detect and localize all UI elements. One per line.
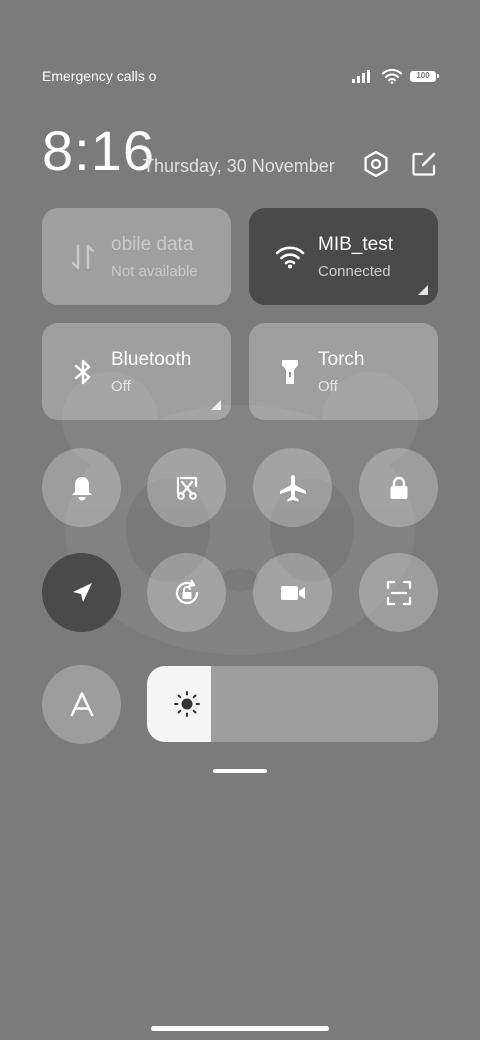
- toggle-ring-mode[interactable]: [42, 448, 121, 527]
- auto-brightness-icon: [69, 691, 94, 717]
- brightness-slider[interactable]: [147, 666, 438, 742]
- toggle-screen-recorder[interactable]: [253, 553, 332, 632]
- auto-brightness-button[interactable]: [42, 665, 121, 744]
- screenshot-icon: [176, 476, 197, 500]
- expand-corner-icon[interactable]: [211, 400, 221, 410]
- toggle-airplane[interactable]: [253, 448, 332, 527]
- clock: 8:16: [42, 119, 155, 182]
- tile-bluetooth[interactable]: Bluetooth Off: [42, 323, 231, 420]
- tile-torch[interactable]: Torch Off: [249, 323, 438, 420]
- settings-icon[interactable]: [362, 150, 390, 178]
- mobile-data-icon: [71, 244, 95, 270]
- torch-title: Torch: [318, 349, 365, 370]
- status-bar: Emergency calls o 100: [42, 66, 439, 88]
- lock-icon: [390, 476, 407, 499]
- bluetooth-icon: [74, 359, 91, 385]
- airplane-icon: [279, 474, 306, 501]
- edit-icon[interactable]: [410, 150, 438, 178]
- battery-icon: 100: [410, 70, 439, 82]
- toggle-screenshot[interactable]: [147, 448, 226, 527]
- mobile-data-title: obile data: [111, 234, 194, 255]
- expand-corner-icon[interactable]: [418, 285, 428, 295]
- home-indicator[interactable]: [151, 1026, 329, 1031]
- toggle-lock-screen[interactable]: [359, 448, 438, 527]
- wifi-status: Connected: [318, 263, 391, 280]
- wifi-title: MIB_test: [318, 234, 393, 255]
- wifi-icon: [275, 246, 305, 269]
- rotation-lock-icon: [175, 579, 198, 604]
- location-icon: [72, 582, 92, 602]
- torch-status: Off: [318, 378, 338, 395]
- carrier-text: Emergency calls o: [42, 68, 157, 84]
- scan-icon: [386, 580, 411, 605]
- tile-mobile-data[interactable]: obile data Not available: [42, 208, 231, 305]
- bluetooth-title: Bluetooth: [111, 349, 192, 370]
- toggle-rotation-lock[interactable]: [147, 553, 226, 632]
- bluetooth-status: Off: [111, 378, 131, 395]
- date: Thursday, 30 November: [143, 156, 335, 176]
- tile-wifi[interactable]: MIB_test Connected: [249, 208, 438, 305]
- sun-icon: [174, 691, 200, 717]
- mobile-data-status: Not available: [111, 263, 198, 280]
- wifi-icon: [382, 68, 402, 84]
- toggle-scanner[interactable]: [359, 553, 438, 632]
- toggle-location[interactable]: [42, 553, 121, 632]
- battery-level: 100: [411, 71, 435, 81]
- panel-drag-handle[interactable]: [213, 769, 267, 773]
- signal-icon: [352, 70, 370, 83]
- torch-icon: [282, 360, 298, 384]
- status-icons: 100: [352, 68, 439, 84]
- video-camera-icon: [280, 585, 305, 600]
- bell-icon: [71, 476, 92, 500]
